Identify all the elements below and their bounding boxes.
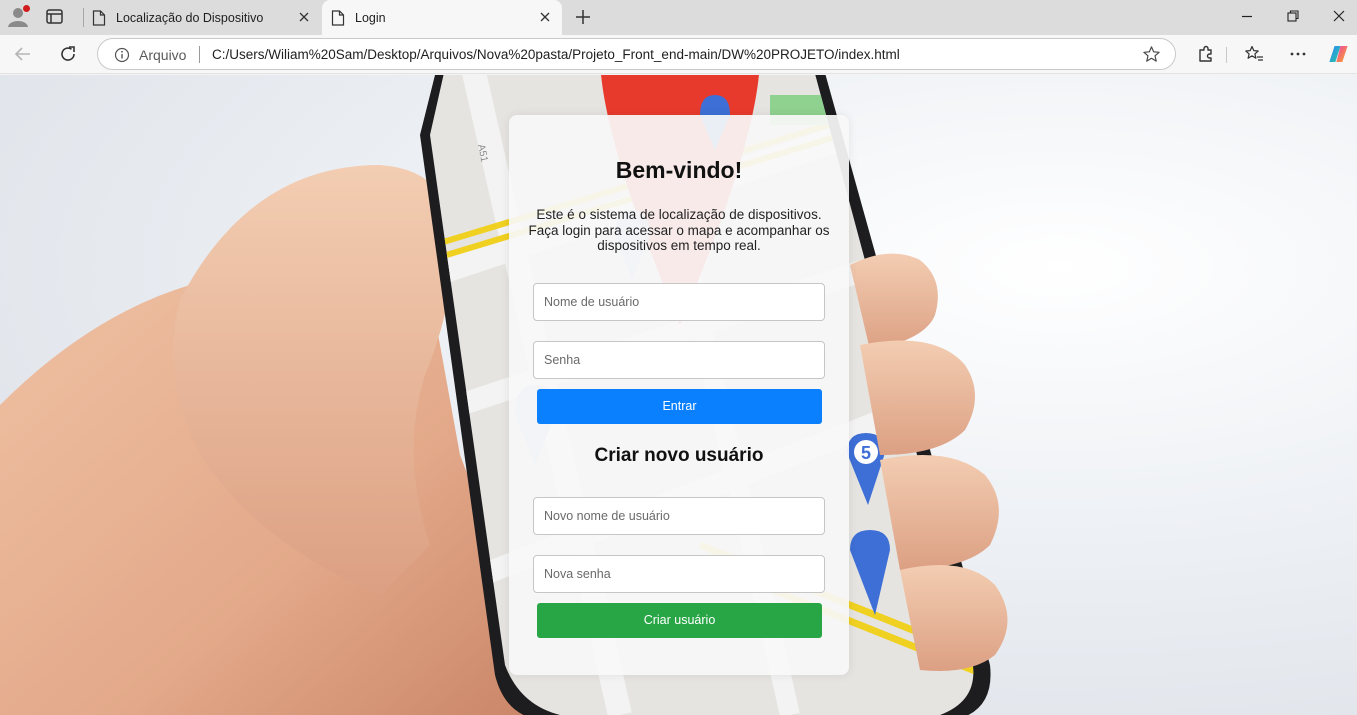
minimize-icon[interactable] [1240, 9, 1254, 23]
back-arrow-icon[interactable] [13, 44, 33, 64]
star-icon[interactable] [1142, 45, 1161, 64]
login-button[interactable]: Entrar [537, 389, 822, 424]
tab-localizacao[interactable]: Localização do Dispositivo [83, 0, 321, 35]
notification-dot [23, 5, 30, 12]
toolbar-divider [1226, 47, 1227, 63]
close-icon[interactable] [538, 10, 552, 24]
puzzle-icon[interactable] [1196, 44, 1216, 64]
url-text[interactable]: C:/Users/Wiliam%20Sam/Desktop/Arquivos/N… [212, 47, 900, 62]
address-bar[interactable]: Arquivo C:/Users/Wiliam%20Sam/Desktop/Ar… [97, 38, 1176, 70]
copilot-icon[interactable] [1329, 43, 1351, 65]
new-username-input[interactable] [533, 497, 825, 535]
close-icon[interactable] [297, 10, 311, 24]
window-close-icon[interactable] [1332, 9, 1346, 23]
browser-toolbar: Arquivo C:/Users/Wiliam%20Sam/Desktop/Ar… [0, 35, 1357, 74]
map-marker-number: 5 [861, 443, 871, 463]
welcome-title: Bem-vindo! [615, 157, 743, 183]
plus-icon[interactable] [574, 8, 592, 26]
create-user-title: Criar novo usuário [594, 445, 764, 466]
page-content: 5 A51 Bem-vindo! Este é o sistema de loc… [0, 75, 1357, 715]
address-divider [199, 46, 200, 63]
password-input[interactable] [533, 341, 825, 379]
tab-title: Localização do Dispositivo [116, 10, 264, 25]
tab-strip: Localização do Dispositivo Login [0, 0, 1357, 35]
reload-icon[interactable] [58, 44, 78, 64]
page-icon [92, 9, 106, 26]
tab-actions-icon[interactable] [44, 7, 66, 27]
new-password-input[interactable] [533, 555, 825, 593]
page-icon [331, 9, 345, 26]
tab-title: Login [355, 10, 386, 25]
more-icon[interactable] [1288, 44, 1308, 64]
login-card: Bem-vindo! Este é o sistema de localizaç… [509, 115, 849, 675]
intro-text: Este é o sistema de localização de dispo… [528, 207, 830, 253]
file-scheme-label: Arquivo [139, 47, 187, 63]
tab-login[interactable]: Login [322, 0, 562, 35]
username-input[interactable] [533, 283, 825, 321]
info-icon[interactable] [114, 47, 130, 63]
create-user-button[interactable]: Criar usuário [537, 603, 822, 638]
favorites-icon[interactable] [1244, 44, 1264, 64]
restore-icon[interactable] [1286, 9, 1300, 23]
